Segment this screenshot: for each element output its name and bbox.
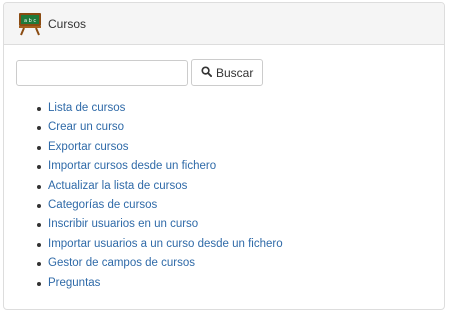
link-questions[interactable]: Preguntas	[48, 277, 100, 289]
course-links-list: Lista de cursos Crear un curso Exportar …	[37, 99, 283, 293]
list-item: Exportar cursos	[37, 138, 283, 157]
courses-panel: a b c Cursos Buscar Lista de cursos Crea…	[3, 2, 445, 310]
link-export-courses[interactable]: Exportar cursos	[48, 141, 129, 153]
link-course-fields-manager[interactable]: Gestor de campos de cursos	[48, 257, 195, 269]
list-item: Gestor de campos de cursos	[37, 254, 283, 273]
svg-text:a b c: a b c	[24, 18, 36, 24]
list-item: Lista de cursos	[37, 99, 283, 118]
link-enroll-users[interactable]: Inscribir usuarios en un curso	[48, 218, 198, 230]
link-create-course[interactable]: Crear un curso	[48, 121, 124, 133]
list-item: Preguntas	[37, 274, 283, 293]
search-form: Buscar	[16, 59, 264, 86]
list-item: Importar usuarios a un curso desde un fi…	[37, 235, 283, 254]
link-course-categories[interactable]: Categorías de cursos	[48, 199, 157, 211]
search-button[interactable]: Buscar	[191, 59, 264, 86]
panel-heading: a b c Cursos	[4, 3, 444, 45]
panel-title: Cursos	[48, 16, 87, 31]
link-import-users[interactable]: Importar usuarios a un curso desde un fi…	[48, 238, 283, 250]
list-item: Inscribir usuarios en un curso	[37, 215, 283, 234]
link-update-course-list[interactable]: Actualizar la lista de cursos	[48, 180, 187, 192]
link-import-courses[interactable]: Importar cursos desde un fichero	[48, 160, 216, 172]
search-icon	[201, 65, 216, 80]
link-course-list[interactable]: Lista de cursos	[48, 102, 125, 114]
list-item: Categorías de cursos	[37, 196, 283, 215]
list-item: Actualizar la lista de cursos	[37, 177, 283, 196]
search-button-label: Buscar	[216, 65, 254, 80]
search-input[interactable]	[16, 59, 188, 86]
blackboard-icon: a b c	[18, 12, 42, 36]
list-item: Crear un curso	[37, 118, 283, 137]
list-item: Importar cursos desde un fichero	[37, 157, 283, 176]
